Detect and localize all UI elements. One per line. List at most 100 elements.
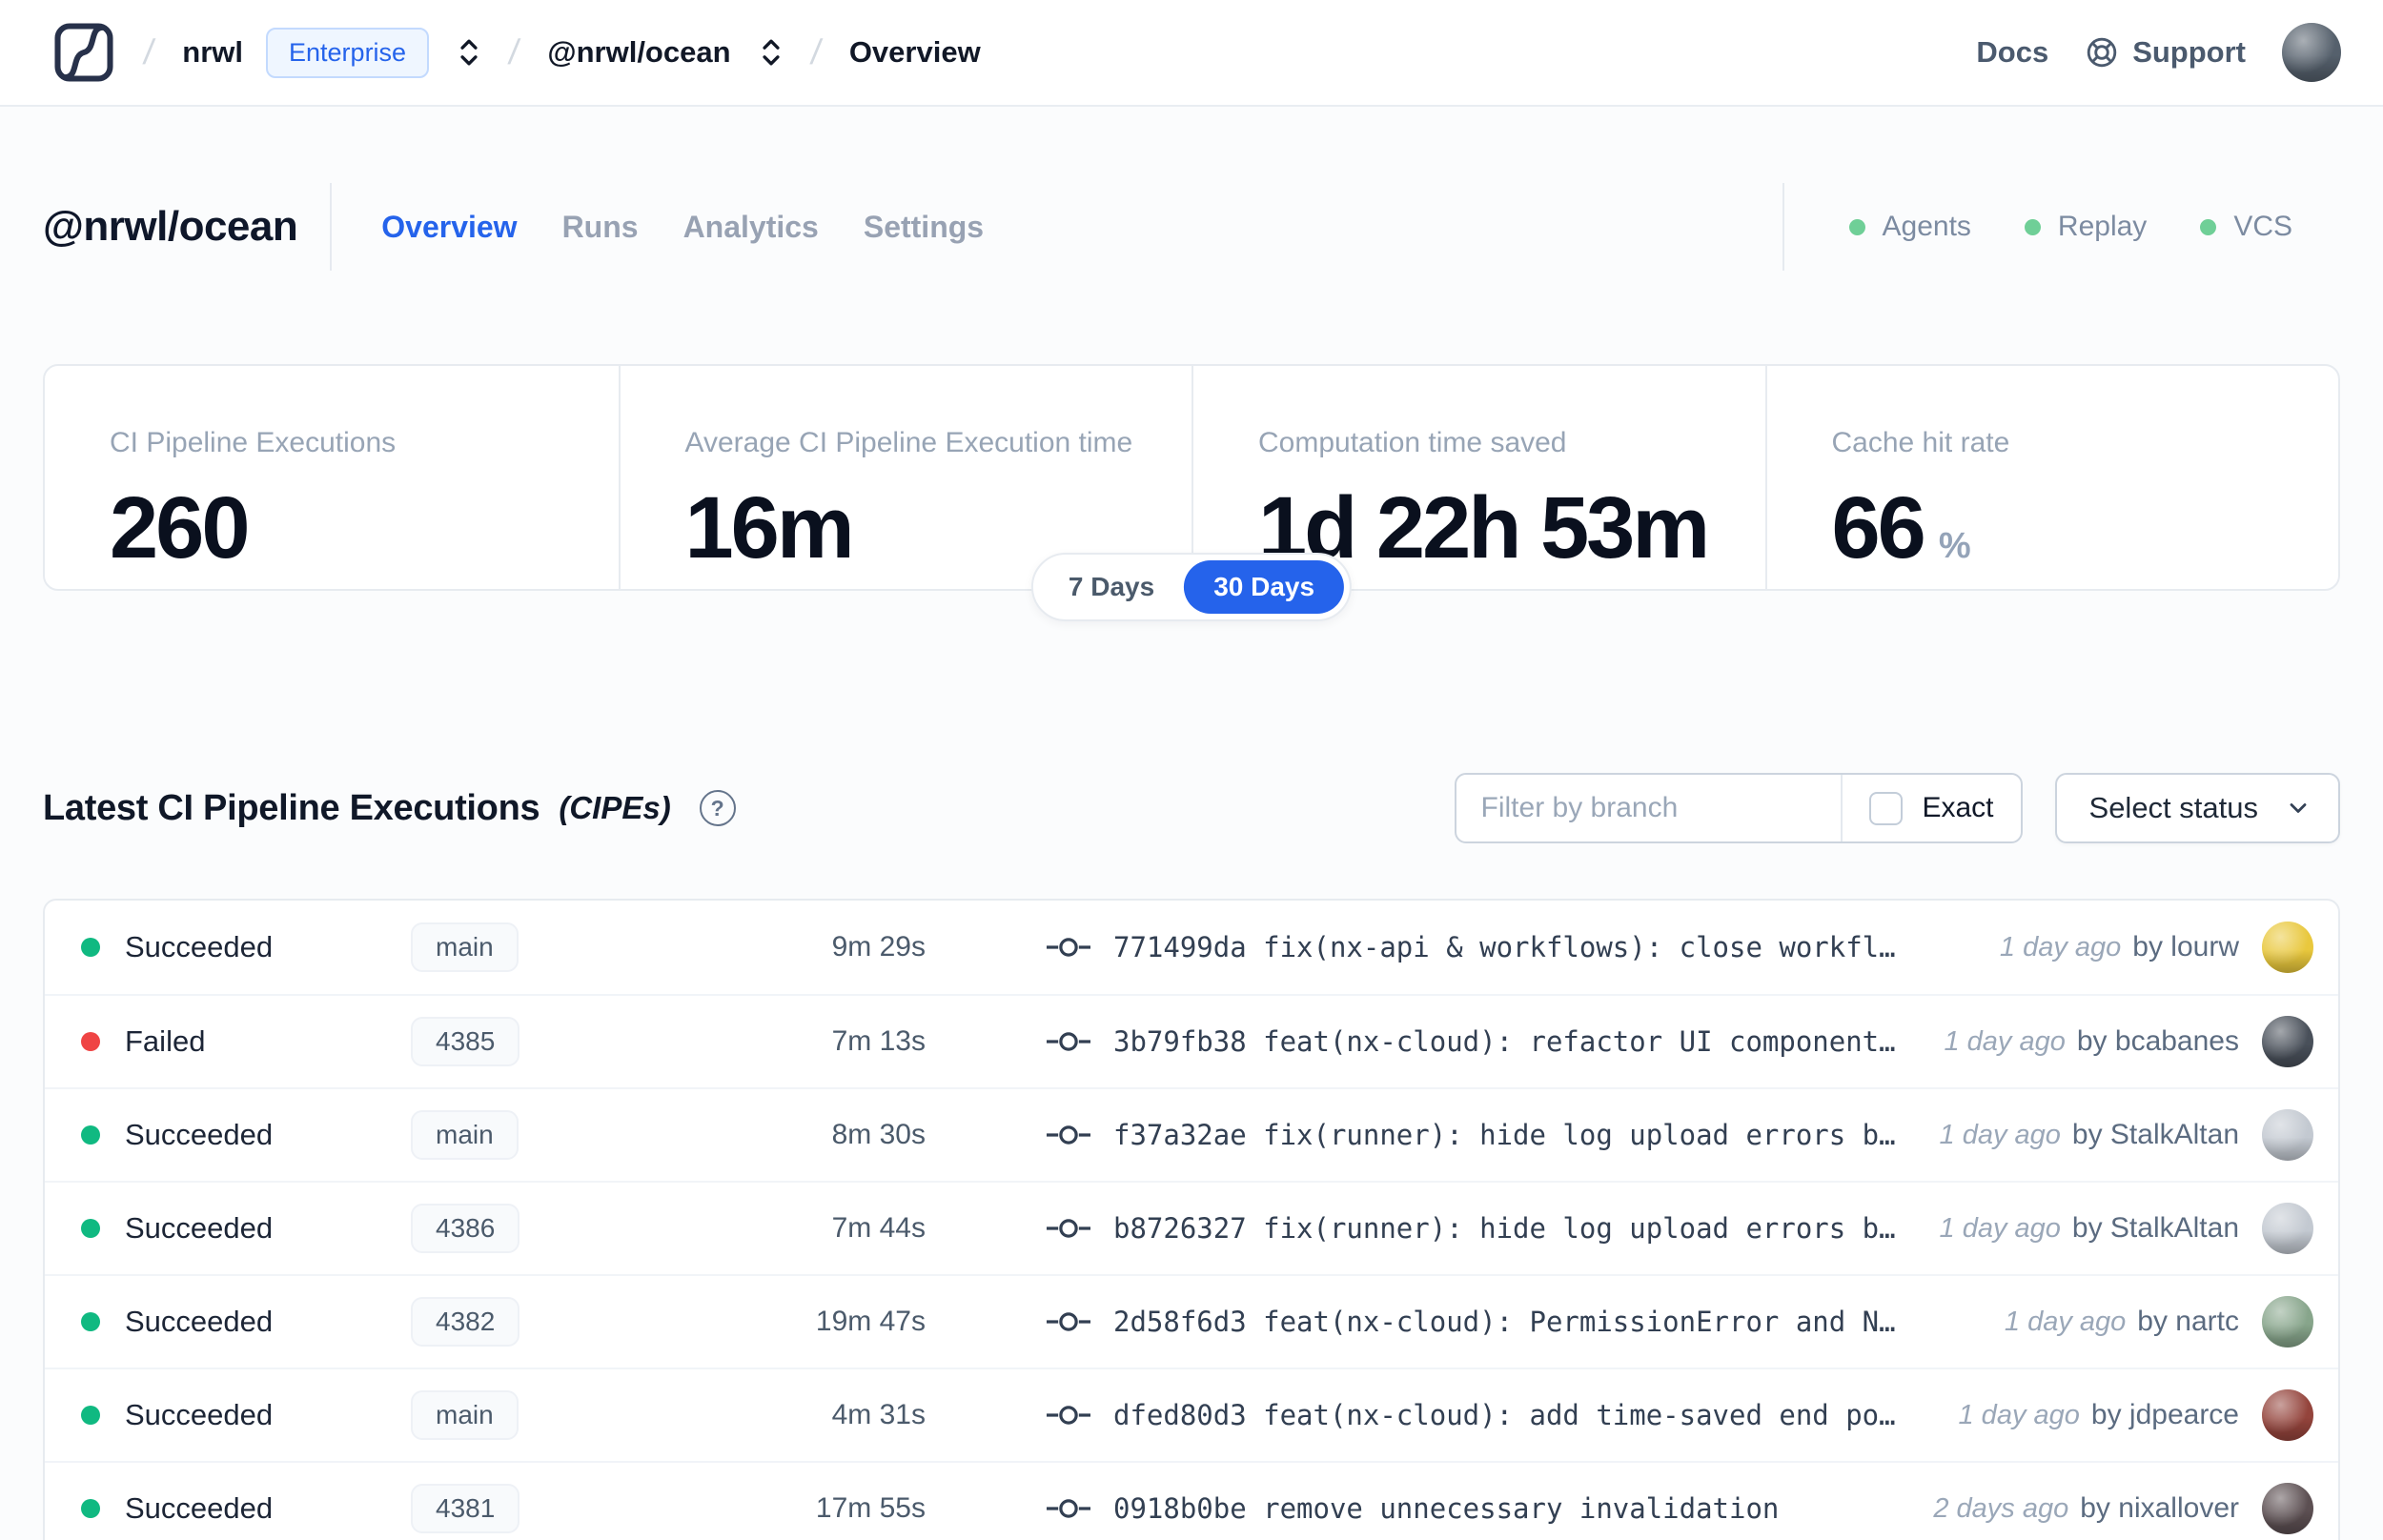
avatar[interactable] (2262, 1296, 2313, 1348)
author[interactable]: by lourw (2132, 931, 2239, 963)
branch-badge[interactable]: main (411, 922, 519, 972)
exact-label: Exact (1922, 792, 1994, 823)
commit-message[interactable]: 3b79fb38 feat(nx-cloud): refactor UI com… (1113, 1025, 1896, 1058)
author[interactable]: by StalkAltan (2072, 1119, 2239, 1151)
author[interactable]: by StalkAltan (2072, 1212, 2239, 1245)
select-status-dropdown[interactable]: Select status (2054, 773, 2340, 843)
commit-icon (1047, 1406, 1090, 1425)
user-avatar[interactable] (2282, 23, 2341, 82)
nx-cloud-logo[interactable] (52, 21, 115, 84)
status-dot (81, 1125, 100, 1145)
time-ago: 1 day ago (2004, 1306, 2127, 1337)
feature-vcs: VCS (2200, 211, 2292, 243)
branch-badge[interactable]: main (411, 1110, 519, 1160)
divider (330, 183, 333, 271)
tab-analytics[interactable]: Analytics (683, 210, 819, 245)
org-switcher-icon[interactable] (458, 35, 480, 70)
docs-link[interactable]: Docs (1976, 35, 2048, 70)
avatar[interactable] (2262, 922, 2313, 973)
commit-message[interactable]: f37a32ae fix(runner): hide log upload er… (1113, 1119, 1896, 1151)
tab-overview[interactable]: Overview (381, 210, 517, 245)
workspace-tabs: Overview Runs Analytics Settings (381, 210, 984, 245)
table-row[interactable]: Succeeded main 9m 29s 771499da fix(nx-ap… (45, 901, 2338, 994)
status-label: Failed (125, 1024, 206, 1058)
table-row[interactable]: Succeeded 4381 17m 55s 0918b0be remove u… (45, 1461, 2338, 1540)
commit-icon (1047, 938, 1090, 957)
commit-message[interactable]: dfed80d3 feat(nx-cloud): add time-saved … (1113, 1399, 1896, 1431)
exact-checkbox[interactable] (1869, 791, 1904, 825)
table-row[interactable]: Succeeded main 4m 31s dfed80d3 feat(nx-c… (45, 1368, 2338, 1461)
author[interactable]: by nixallover (2080, 1492, 2239, 1525)
duration: 19m 47s (815, 1306, 926, 1337)
author[interactable]: by bcabanes (2077, 1025, 2239, 1058)
status-label: Succeeded (125, 1211, 274, 1245)
stat-label: Average CI Pipeline Execution time (684, 427, 1133, 458)
commit-message[interactable]: b8726327 fix(runner): hide log upload er… (1113, 1212, 1896, 1245)
avatar[interactable] (2262, 1109, 2313, 1161)
section-title-suffix: (CIPEs) (559, 790, 671, 825)
avatar[interactable] (2262, 1389, 2313, 1441)
commit-message[interactable]: 0918b0be remove unnecessary invalidation (1113, 1492, 1779, 1525)
range-option-7-days[interactable]: 7 Days (1039, 560, 1184, 614)
stat-label: Computation time saved (1258, 427, 1567, 458)
branch-filter-input[interactable] (1456, 775, 1842, 841)
branch-badge[interactable]: 4381 (411, 1484, 520, 1533)
commit-icon (1047, 1219, 1090, 1238)
duration: 7m 44s (831, 1212, 926, 1244)
stats-section: CI Pipeline Executions 260 Average CI Pi… (43, 364, 2340, 621)
status-dot (81, 1219, 100, 1238)
support-link[interactable]: Support (2085, 35, 2246, 70)
workspace-switcher-icon[interactable] (760, 35, 783, 70)
breadcrumb: / nrwl Enterprise / @nrwl/ocean / Overvi… (52, 21, 981, 84)
cipes-table: Succeeded main 9m 29s 771499da fix(nx-ap… (43, 899, 2340, 1540)
commit-icon (1047, 1499, 1090, 1518)
lifebuoy-icon (2087, 37, 2117, 68)
tab-runs[interactable]: Runs (562, 210, 639, 245)
stat-label: Cache hit rate (1831, 427, 2010, 458)
status-dot (81, 1312, 100, 1331)
status-label: Succeeded (125, 1398, 274, 1431)
duration: 9m 29s (831, 931, 926, 962)
branch-badge[interactable]: main (411, 1390, 519, 1440)
breadcrumb-page: Overview (848, 35, 981, 69)
time-ago: 1 day ago (1999, 931, 2122, 962)
author[interactable]: by nartc (2137, 1306, 2239, 1338)
branch-badge[interactable]: 4382 (411, 1297, 520, 1347)
author[interactable]: by jdpearce (2091, 1399, 2239, 1431)
table-row[interactable]: Succeeded 4382 19m 47s 2d58f6d3 feat(nx-… (45, 1274, 2338, 1368)
nx-cloud-app: / nrwl Enterprise / @nrwl/ocean / Overvi… (0, 0, 2383, 1540)
breadcrumb-workspace[interactable]: @nrwl/ocean (547, 35, 730, 70)
time-ago: 1 day ago (1939, 1212, 2061, 1244)
branch-badge[interactable]: 4386 (411, 1204, 520, 1253)
status-dot (1848, 218, 1865, 235)
range-option-30-days[interactable]: 30 Days (1184, 560, 1345, 614)
select-status-label: Select status (2088, 791, 2258, 824)
table-row[interactable]: Succeeded 4386 7m 44s b8726327 fix(runne… (45, 1181, 2338, 1274)
top-bar: / nrwl Enterprise / @nrwl/ocean / Overvi… (0, 0, 2383, 107)
commit-icon (1047, 1312, 1090, 1331)
duration: 7m 13s (831, 1025, 926, 1057)
feature-replay: Replay (2024, 211, 2147, 243)
avatar[interactable] (2262, 1203, 2313, 1254)
status-label: Succeeded (125, 1491, 274, 1525)
commit-message[interactable]: 2d58f6d3 feat(nx-cloud): PermissionError… (1113, 1306, 1896, 1338)
avatar[interactable] (2262, 1016, 2313, 1067)
cipes-title-group: Latest CI Pipeline Executions (CIPEs) ? (43, 788, 736, 829)
chevron-down-icon (2290, 803, 2307, 813)
table-row[interactable]: Failed 4385 7m 13s 3b79fb38 feat(nx-clou… (45, 994, 2338, 1087)
stat-card-ci-pipeline-executions: CI Pipeline Executions 260 (45, 366, 619, 589)
workspace-header: @nrwl/ocean Overview Runs Analytics Sett… (43, 181, 2340, 273)
time-ago: 1 day ago (1958, 1399, 2080, 1430)
commit-message[interactable]: 771499da fix(nx-api & workflows): close … (1113, 931, 1896, 963)
status-label: Succeeded (125, 1305, 274, 1338)
help-icon[interactable]: ? (699, 790, 736, 826)
avatar[interactable] (2262, 1483, 2313, 1534)
breadcrumb-org[interactable]: nrwl (182, 35, 243, 70)
tab-settings[interactable]: Settings (864, 210, 984, 245)
stat-card-cache-hit-rate: Cache hit rate 66 % (1764, 366, 2339, 589)
branch-badge[interactable]: 4385 (411, 1017, 520, 1066)
time-ago: 1 day ago (1944, 1025, 2066, 1057)
enterprise-badge: Enterprise (266, 27, 430, 78)
support-label: Support (2132, 35, 2246, 69)
table-row[interactable]: Succeeded main 8m 30s f37a32ae fix(runne… (45, 1087, 2338, 1181)
